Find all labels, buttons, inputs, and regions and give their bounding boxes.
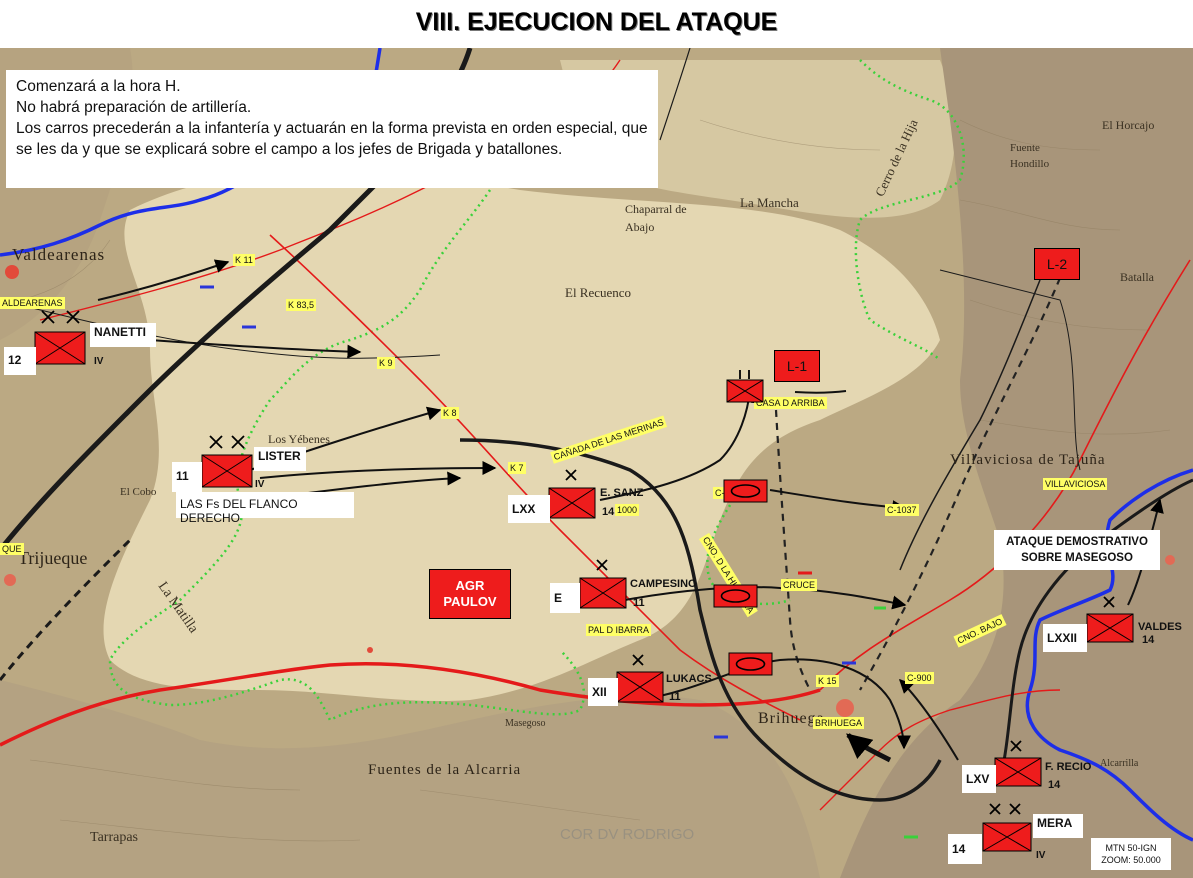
agr-line-1: AGR — [455, 578, 485, 593]
unit-lukacs-id: XII — [588, 678, 618, 706]
unit-lister-symbol — [201, 435, 253, 488]
unit-lukacs-name: LUKACS — [666, 673, 712, 685]
unit-nanetti-level: IV — [94, 356, 104, 367]
unit-mera-number: 14 — [948, 834, 982, 864]
unit-campesino-number: 11 — [633, 597, 645, 609]
ataque-line-1: ATAQUE DEMOSTRATIVO — [1006, 536, 1148, 548]
map-slide: VIII. EJECUCION DEL ATAQUE Valdearenas L… — [0, 0, 1193, 878]
unit-valdes-id: LXXII — [1043, 624, 1087, 652]
unit-esanz-name: E. SANZ — [600, 487, 644, 499]
unit-symbols — [34, 310, 1134, 852]
unit-nanetti-name: NANETTI — [90, 323, 156, 347]
unit-lukacs-number: 11 — [669, 691, 681, 703]
unit-casa-arriba-symbol — [726, 370, 764, 403]
unit-valdes-symbol — [1086, 596, 1134, 643]
tank-symbols — [713, 479, 773, 676]
unit-valdes-number: 14 — [1142, 634, 1155, 646]
unit-lister-number: 11 — [172, 462, 202, 492]
unit-frecio-number: 14 — [1048, 779, 1061, 791]
scale-line-2: ZOOM: 50.000 — [1101, 855, 1161, 865]
unit-mera-symbol — [982, 803, 1032, 852]
unit-mera-name: MERA — [1033, 814, 1083, 838]
watermark: COR DV RODRIGO — [560, 826, 695, 843]
unit-esanz-symbol — [548, 469, 596, 519]
unit-mera-level: IV — [1036, 850, 1046, 861]
unit-frecio-symbol — [994, 740, 1042, 787]
agr-paulov-box: AGR PAULOV — [429, 569, 511, 619]
unit-campesino-symbol — [579, 559, 627, 609]
unit-lister-name: LISTER — [254, 447, 306, 471]
objective-l2: L-2 — [1034, 248, 1080, 280]
unit-frecio-id: LXV — [962, 765, 996, 793]
unit-esanz-id: LXX — [508, 495, 550, 523]
unit-lukacs-symbol — [616, 654, 664, 703]
unit-nanetti-number: 12 — [4, 347, 36, 375]
scale-line-1: MTN 50-IGN — [1105, 843, 1157, 853]
unit-nanetti-symbol — [34, 310, 86, 365]
objective-l1: L-1 — [774, 350, 820, 382]
ataque-line-2: SOBRE MASEGOSO — [1021, 552, 1133, 564]
unit-frecio-name: F. RECIO — [1045, 761, 1092, 773]
ataque-demostrativo-box: ATAQUE DEMOSTRATIVO SOBRE MASEGOSO — [994, 530, 1160, 570]
unit-campesino-name: CAMPESINO — [630, 578, 697, 590]
agr-line-2: PAULOV — [443, 594, 497, 609]
unit-valdes-name: VALDES — [1138, 621, 1182, 633]
unit-campesino-id: E — [550, 583, 580, 613]
unit-lister-level: IV — [255, 479, 265, 490]
unit-esanz-number: 14 — [602, 506, 615, 518]
scale-box: MTN 50-IGN ZOOM: 50.000 — [1091, 838, 1171, 870]
unit-lister-note: LAS Fs DEL FLANCO DERECHO — [176, 492, 354, 525]
